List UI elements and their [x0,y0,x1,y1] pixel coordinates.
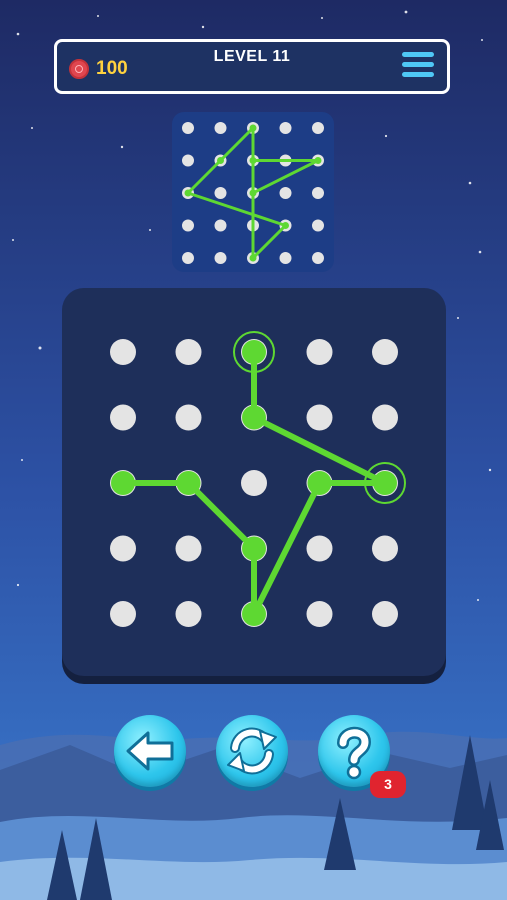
arrow-left-icon [126,731,174,771]
hint-count-badge: 3 [370,771,406,798]
board-dot[interactable] [110,404,136,431]
board-path-node [242,602,266,626]
restart-button[interactable] [216,715,288,787]
board-dot[interactable] [110,339,136,365]
target-dot [312,252,324,264]
menu-icon-bar-2 [402,62,434,67]
board-dot[interactable] [175,339,202,365]
menu-icon-bar-1 [402,52,434,57]
back-button[interactable] [114,715,186,787]
menu-icon-bar-3 [402,72,434,77]
target-dot [279,122,292,134]
board-dot[interactable] [306,535,333,562]
target-path-node [184,189,192,197]
refresh-icon [227,727,277,775]
target-path-node [249,124,257,132]
target-pattern-panel [172,112,334,272]
board-path-node [242,536,266,561]
board-path-node [242,340,266,364]
target-dot [214,122,227,134]
target-dot [182,154,194,167]
level-title: LEVEL 11 [213,48,291,65]
target-dot [214,252,227,264]
board-path-node [373,471,397,495]
board-dot[interactable] [306,339,333,365]
dot-grid [110,331,406,627]
top-bar: 100 LEVEL 11 [54,39,450,94]
target-dot [279,252,292,264]
target-dot [279,187,292,199]
board-path-node [242,405,266,430]
board-dot[interactable] [175,601,202,627]
target-path-node [217,157,224,164]
target-dot [312,219,324,232]
target-path-node [282,222,289,229]
target-dot [214,187,227,199]
board-path-node [111,471,135,495]
board-dot[interactable] [175,535,202,562]
target-dot [312,187,324,199]
target-dot [182,219,194,232]
board-dot[interactable] [110,601,136,627]
board-dot[interactable] [241,470,267,496]
menu-button[interactable] [402,52,434,82]
board-dot[interactable] [306,601,333,627]
board-dot[interactable] [372,535,398,562]
board-dot[interactable] [372,339,398,365]
board-dot[interactable] [175,404,202,431]
board-path-node [176,471,201,495]
target-dot [312,122,324,134]
board-dot[interactable] [110,535,136,562]
puzzle-board [62,288,446,676]
board-dot[interactable] [306,404,333,431]
target-path-node [249,254,257,262]
target-path-node [314,157,322,164]
target-dot [182,252,194,264]
target-path-node [249,189,257,197]
target-path-node [249,157,257,164]
board-dot[interactable] [372,404,398,431]
target-dot [214,219,227,232]
board-path-node [307,471,332,495]
target-pattern [182,122,324,264]
board-dot[interactable] [372,601,398,627]
target-dot [182,122,194,134]
